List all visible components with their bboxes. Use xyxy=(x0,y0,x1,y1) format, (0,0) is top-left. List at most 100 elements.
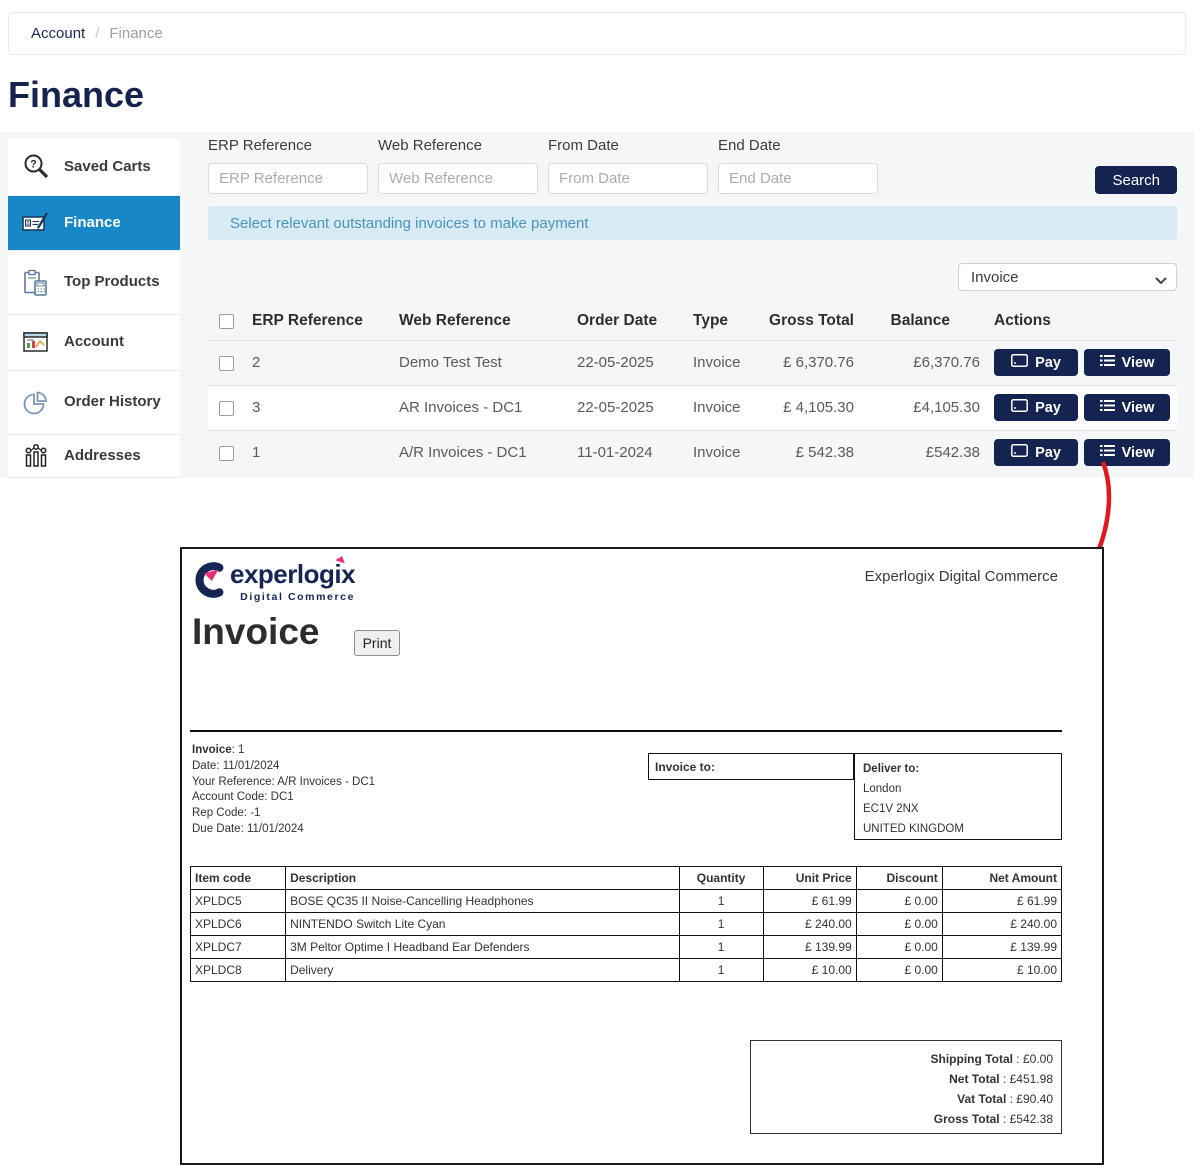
sidebar-item-label: Order History xyxy=(64,392,164,412)
sidebar-item-account[interactable]: Account xyxy=(8,315,180,371)
web-reference-label: Web Reference xyxy=(378,137,538,154)
cell-erp-reference: 3 xyxy=(244,385,391,430)
cell-unit-price: £ 139.99 xyxy=(763,936,856,959)
breadcrumb-separator: / xyxy=(95,25,99,42)
invoice-items-table: Item code Description Quantity Unit Pric… xyxy=(190,866,1062,982)
from-date-input[interactable] xyxy=(548,163,708,194)
cell-discount: £ 0.00 xyxy=(856,913,942,936)
invoice-row: 2 Demo Test Test 22-05-2025 Invoice £ 6,… xyxy=(208,340,1177,385)
pay-button-label: Pay xyxy=(1035,355,1061,371)
cell-net-amount: £ 10.00 xyxy=(942,959,1061,982)
breadcrumb-account-link[interactable]: Account xyxy=(31,25,85,42)
invoice-item-row: XPLDC7 3M Peltor Optime I Headband Ear D… xyxy=(191,936,1062,959)
cell-quantity: 1 xyxy=(679,890,763,913)
invoice-detail-line: Rep Code: -1 xyxy=(192,806,375,822)
chart-window-icon xyxy=(20,328,52,358)
deliver-to-line: London xyxy=(863,779,1061,799)
col-item-code: Item code xyxy=(191,867,286,890)
totals-line: Vat Total : £90.40 xyxy=(751,1089,1053,1109)
invoice-row-checkbox[interactable] xyxy=(219,356,234,371)
list-icon xyxy=(1100,399,1115,416)
view-button[interactable]: View xyxy=(1084,349,1170,376)
clipboard-calculator-icon xyxy=(20,268,52,298)
invoice-detail-line: Due Date: 11/01/2024 xyxy=(192,822,375,838)
cell-type: Invoice xyxy=(685,340,764,385)
cell-erp-reference: 2 xyxy=(244,340,391,385)
end-date-field: End Date xyxy=(718,137,878,194)
experlogix-logo-subtitle: Digital Commerce xyxy=(230,591,355,603)
experlogix-logo: experlogix Digital Commerce xyxy=(190,561,355,603)
totals-line: Net Total : £451.98 xyxy=(751,1069,1053,1089)
sidebar-item-top-products[interactable]: Top Products xyxy=(8,251,180,315)
invoice-details: Invoice: 1 Date: 11/01/2024 Your Referen… xyxy=(192,743,375,838)
invoice-detail-line: Date: 11/01/2024 xyxy=(192,759,375,775)
invoice-item-row: XPLDC6 NINTENDO Switch Lite Cyan 1 £ 240… xyxy=(191,913,1062,936)
invoice-totals-box: Shipping Total : £0.00 Net Total : £451.… xyxy=(750,1040,1062,1134)
sidebar-item-addresses[interactable]: Addresses xyxy=(8,435,180,478)
cell-quantity: 1 xyxy=(679,936,763,959)
payment-info-alert: Select relevant outstanding invoices to … xyxy=(208,206,1177,240)
cell-order-date: 11-01-2024 xyxy=(569,430,685,475)
cell-description: BOSE QC35 II Noise-Cancelling Headphones xyxy=(286,890,679,913)
credit-card-icon xyxy=(1011,354,1028,371)
col-description: Description xyxy=(286,867,679,890)
filter-bar: ERP Reference Web Reference From Date En… xyxy=(208,137,1177,197)
totals-line: Gross Total : £542.38 xyxy=(751,1109,1053,1129)
cell-web-reference: AR Invoices - DC1 xyxy=(391,385,569,430)
document-type-select-wrap: Invoice xyxy=(958,263,1177,291)
cell-net-amount: £ 240.00 xyxy=(942,913,1061,936)
svg-text:?: ? xyxy=(30,159,37,171)
breadcrumb-current: Finance xyxy=(109,25,162,42)
invoice-detail-line: Your Reference: A/R Invoices - DC1 xyxy=(192,775,375,791)
cell-unit-price: £ 10.00 xyxy=(763,959,856,982)
sidebar-item-finance[interactable]: $ Finance xyxy=(8,196,180,251)
invoice-doc-header-right: Experlogix Digital Commerce xyxy=(865,568,1058,585)
col-type: Type xyxy=(685,303,764,340)
web-reference-input[interactable] xyxy=(378,163,538,194)
from-date-field: From Date xyxy=(548,137,708,194)
invoice-row-checkbox[interactable] xyxy=(219,446,234,461)
cell-type: Invoice xyxy=(685,385,764,430)
cell-description: Delivery xyxy=(286,959,679,982)
cell-gross-total: £ 542.38 xyxy=(764,430,854,475)
pay-button[interactable]: Pay xyxy=(994,349,1078,376)
experlogix-logo-word: experlogix xyxy=(230,561,355,587)
sidebar-item-saved-carts[interactable]: ? Saved Carts xyxy=(8,139,180,196)
view-button[interactable]: View xyxy=(1084,394,1170,421)
invoice-row-checkbox[interactable] xyxy=(219,401,234,416)
cheque-pen-icon: $ xyxy=(20,208,52,238)
sidebar-item-label: Finance xyxy=(64,213,164,233)
list-icon xyxy=(1100,354,1115,371)
search-button[interactable]: Search xyxy=(1095,166,1177,194)
deliver-to-line: EC1V 2NX xyxy=(863,799,1061,819)
page-title: Finance xyxy=(8,74,144,116)
select-all-checkbox[interactable] xyxy=(219,314,234,329)
col-balance: Balance xyxy=(854,303,980,340)
pay-button[interactable]: Pay xyxy=(994,394,1078,421)
col-gross-total: Gross Total xyxy=(764,303,854,340)
cell-balance: £4,105.30 xyxy=(854,385,980,430)
document-type-select[interactable]: Invoice xyxy=(958,263,1177,291)
invoice-item-row: XPLDC8 Delivery 1 £ 10.00 £ 0.00 £ 10.00 xyxy=(191,959,1062,982)
invoice-detail-line: Invoice: 1 xyxy=(192,743,375,759)
view-button-label: View xyxy=(1122,355,1155,371)
invoice-detail-line: Account Code: DC1 xyxy=(192,790,375,806)
deliver-to-label: Deliver to: xyxy=(863,759,1061,779)
items-header-row: Item code Description Quantity Unit Pric… xyxy=(191,867,1062,890)
end-date-input[interactable] xyxy=(718,163,878,194)
invoice-header-divider xyxy=(190,730,1062,732)
col-erp-reference: ERP Reference xyxy=(244,303,391,340)
invoices-table-header-row: ERP Reference Web Reference Order Date T… xyxy=(208,303,1177,340)
cell-balance: £542.38 xyxy=(854,430,980,475)
invoice-to-label: Invoice to: xyxy=(655,760,715,774)
print-button[interactable]: Print xyxy=(354,630,400,656)
sidebar-item-order-history[interactable]: Order History xyxy=(8,371,180,435)
cell-item-code: XPLDC7 xyxy=(191,936,286,959)
invoices-table: ERP Reference Web Reference Order Date T… xyxy=(208,303,1177,475)
cell-web-reference: A/R Invoices - DC1 xyxy=(391,430,569,475)
deliver-to-line: UNITED KINGDOM xyxy=(863,819,1061,839)
cell-erp-reference: 1 xyxy=(244,430,391,475)
erp-reference-field: ERP Reference xyxy=(208,137,368,194)
cell-quantity: 1 xyxy=(679,959,763,982)
erp-reference-input[interactable] xyxy=(208,163,368,194)
